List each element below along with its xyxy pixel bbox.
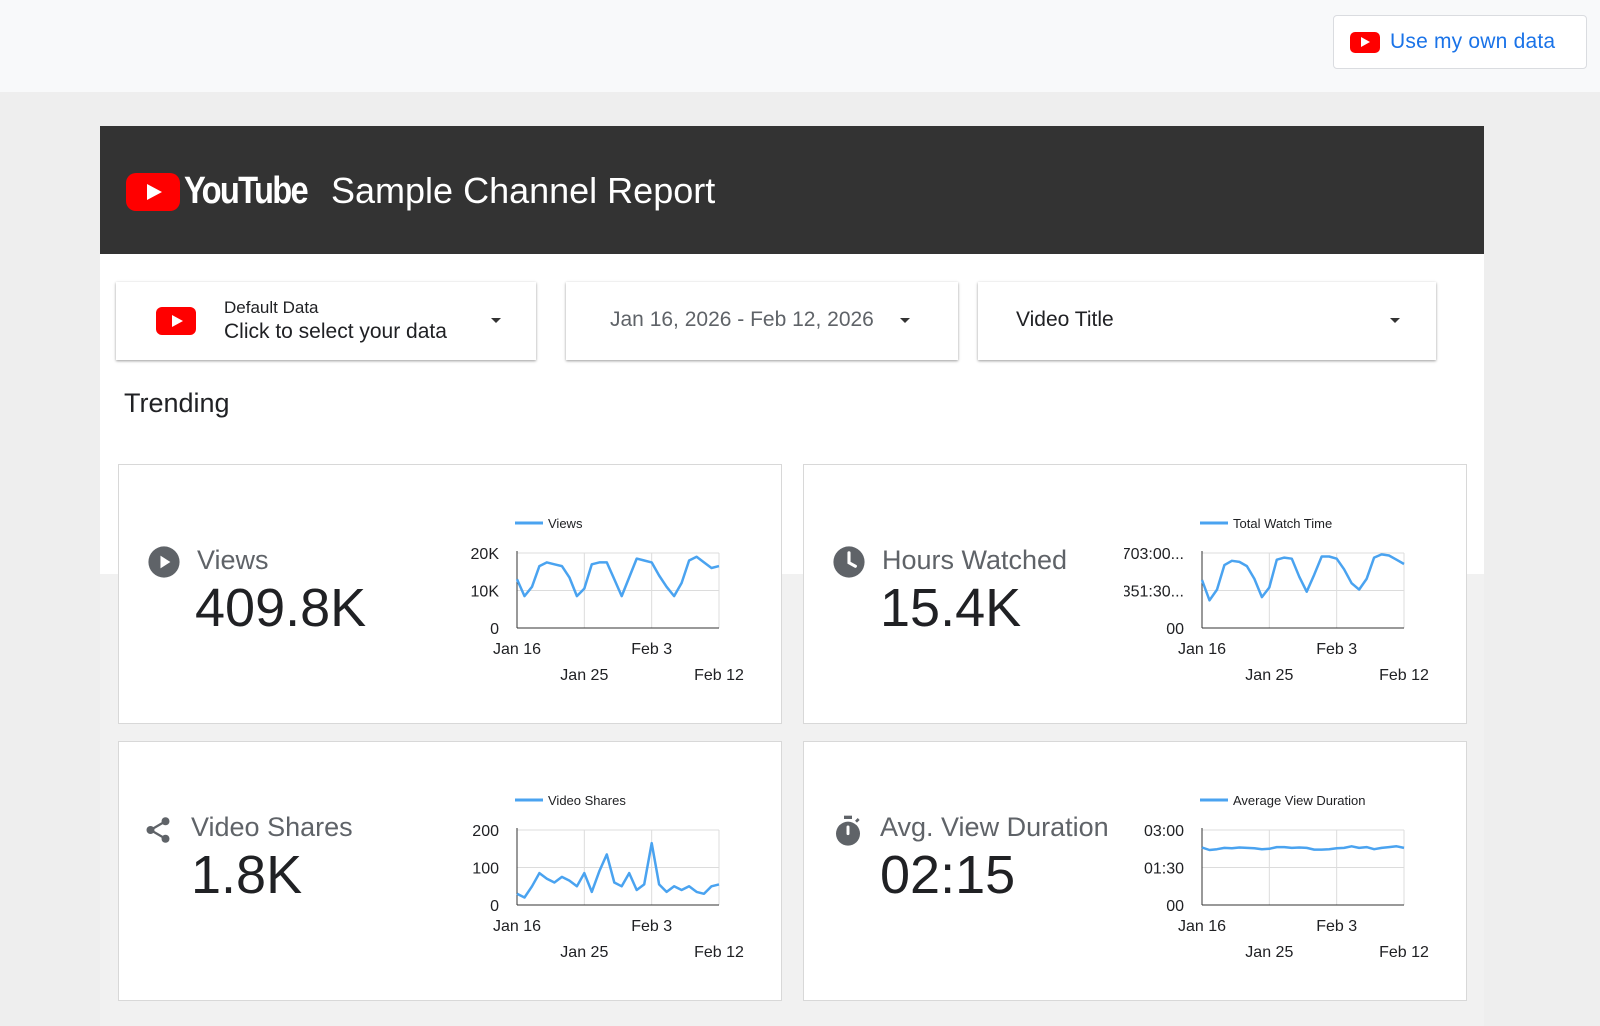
metric-label: Hours Watched	[882, 545, 1068, 575]
play-circle-icon	[148, 546, 180, 578]
y-tick-label: 703:00...	[1124, 546, 1184, 563]
x-tick-label: Jan 25	[1245, 667, 1293, 684]
series-line	[516, 841, 720, 899]
video-shares-chart: Video Shares 200 100 0 Jan 16 Feb 3 Jan 25 Feb …	[472, 793, 744, 961]
x-tick-label: Feb 3	[631, 641, 672, 658]
metric-value: 02:15	[880, 845, 1016, 905]
x-tick-label: Feb 12	[1379, 667, 1429, 684]
y-tick-label: 200	[472, 823, 499, 840]
total-watch-time-chart: Total Watch Time 703:00... 351:30... 00 Jan …	[1124, 516, 1429, 684]
y-tick-label: 10K	[471, 584, 500, 601]
report-page: YouTube Sample Channel Report Default Da…	[100, 126, 1484, 1026]
y-tick-label: 20K	[471, 546, 500, 563]
y-tick-label: 00	[1166, 898, 1184, 915]
top-bar: Use my own data	[0, 0, 1600, 92]
views-card: Views 409.8K Views 20K 10K 0 Jan 16 Feb 3 Jan …	[118, 464, 782, 724]
video-shares-card: Video Shares 1.8K Video Shares 200 100 0 Jan…	[118, 741, 782, 1001]
x-tick-label: Jan 25	[1245, 944, 1293, 961]
date-range-value: Jan 16, 2026 - Feb 12, 2026	[610, 308, 874, 331]
x-tick-label: Jan 16	[1178, 918, 1226, 935]
share-icon	[146, 817, 170, 843]
y-tick-label: 351:30...	[1124, 584, 1184, 601]
use-my-own-data-button[interactable]: Use my own data	[1333, 15, 1587, 69]
x-tick-label: Jan 16	[493, 641, 541, 658]
youtube-play-icon	[126, 172, 180, 211]
x-tick-label: Jan 16	[1178, 641, 1226, 658]
date-range-picker[interactable]: Jan 16, 2026 - Feb 12, 2026	[566, 282, 958, 360]
data-source-hint: Click to select your data	[224, 320, 447, 343]
y-tick-label: 0	[490, 898, 499, 915]
legend-label: Video Shares	[548, 793, 626, 808]
youtube-icon	[1350, 31, 1380, 53]
clock-icon	[833, 546, 865, 578]
y-tick-label: 00	[1166, 621, 1184, 638]
section-title: Trending	[124, 388, 230, 418]
chevron-down-icon	[900, 318, 910, 323]
video-title-filter-value: Video Title	[1016, 308, 1114, 331]
metric-value: 1.8K	[191, 845, 303, 905]
metric-value: 15.4K	[880, 578, 1022, 638]
report-title: Sample Channel Report	[331, 170, 716, 211]
x-tick-label: Feb 12	[1379, 944, 1429, 961]
avg-view-duration-card: Avg. View Duration 02:15 Average View Du…	[803, 741, 1467, 1001]
series-line	[1201, 845, 1405, 852]
y-tick-label: 01:30	[1144, 861, 1184, 878]
youtube-logo: YouTube	[126, 170, 327, 213]
y-tick-label: 100	[472, 861, 499, 878]
data-source-name: Default Data	[224, 298, 319, 317]
youtube-logo-text: YouTube	[184, 170, 309, 212]
use-my-own-data-label: Use my own data	[1390, 30, 1556, 53]
youtube-icon	[156, 307, 196, 335]
average-view-duration-chart: Average View Duration 03:00 01:30 00 Jan 16 F…	[1144, 793, 1429, 961]
x-tick-label: Jan 16	[493, 918, 541, 935]
x-tick-label: Feb 12	[694, 944, 744, 961]
legend-label: Average View Duration	[1233, 793, 1366, 808]
legend-label: Total Watch Time	[1233, 516, 1332, 531]
y-tick-label: 03:00	[1144, 823, 1184, 840]
x-tick-label: Feb 3	[1316, 918, 1357, 935]
video-title-filter[interactable]: Video Title	[978, 282, 1436, 360]
series-line	[1200, 553, 1405, 602]
metric-value: 409.8K	[195, 578, 367, 638]
metric-label: Video Shares	[191, 812, 353, 842]
data-source-selector[interactable]: Default Data Click to select your data	[116, 282, 536, 360]
stopwatch-icon	[836, 815, 860, 846]
x-tick-label: Jan 25	[560, 944, 608, 961]
y-tick-label: 0	[490, 621, 499, 638]
chevron-down-icon	[491, 318, 501, 323]
metric-label: Views	[197, 545, 269, 575]
x-tick-label: Feb 12	[694, 667, 744, 684]
x-tick-label: Feb 3	[631, 918, 672, 935]
report-header: YouTube Sample Channel Report	[100, 126, 1484, 254]
x-tick-label: Feb 3	[1316, 641, 1357, 658]
hours-watched-card: Hours Watched 15.4K Total Watch Time 703:…	[803, 464, 1467, 724]
views-chart: Views 20K 10K 0 Jan 16 Feb 3 Jan 25 Feb 12	[471, 516, 744, 684]
x-tick-label: Jan 25	[560, 667, 608, 684]
legend-label: Views	[548, 516, 583, 531]
chevron-down-icon	[1390, 318, 1400, 323]
metric-label: Avg. View Duration	[880, 812, 1109, 842]
